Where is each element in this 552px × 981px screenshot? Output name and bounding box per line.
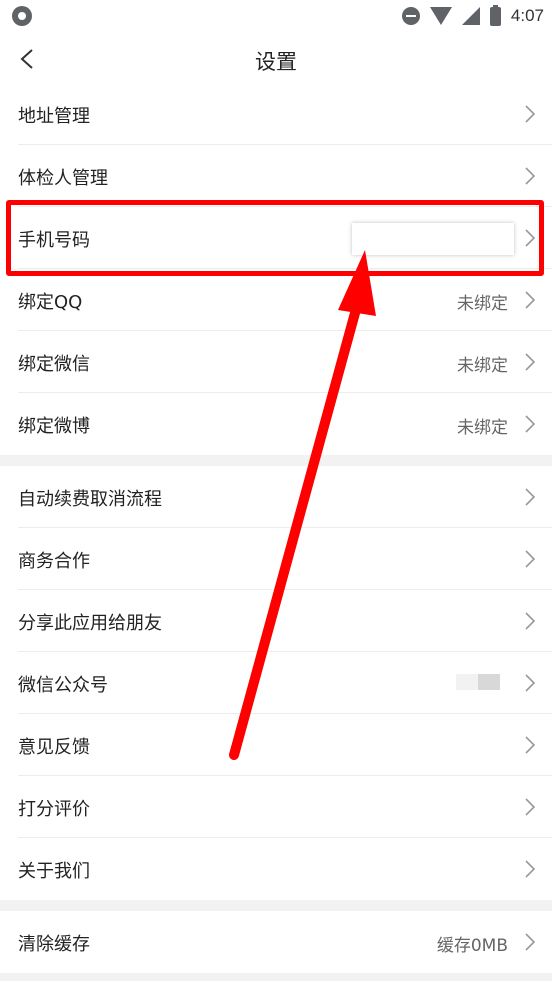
chevron-right-icon (525, 798, 536, 816)
clock: 4:07 (510, 6, 544, 25)
app-notification-icon (12, 6, 32, 26)
settings-row-auto-renew-cancel[interactable]: 自动续费取消流程 (18, 466, 552, 528)
section-divider (0, 973, 552, 981)
status-bar: 4:07 (0, 0, 552, 32)
row-status: 未绑定 (457, 418, 508, 438)
section-divider (0, 455, 552, 466)
row-label: 绑定QQ (18, 292, 83, 313)
cache-settings-group: 清除缓存 缓存0MB (0, 911, 552, 973)
chevron-right-icon (525, 105, 536, 123)
row-label: 分享此应用给朋友 (18, 613, 162, 634)
settings-row-about[interactable]: 关于我们 (18, 838, 552, 900)
row-status: 未绑定 (457, 294, 508, 314)
row-label: 意见反馈 (18, 737, 90, 758)
settings-row-bind-weibo[interactable]: 绑定微博 未绑定 (18, 393, 552, 455)
chevron-right-icon (525, 860, 536, 878)
row-label: 自动续费取消流程 (18, 489, 162, 510)
page-title: 设置 (255, 50, 297, 74)
chevron-right-icon (525, 291, 536, 309)
row-label: 地址管理 (18, 106, 90, 127)
account-settings-group: 地址管理 体检人管理 手机号码 绑定QQ 未绑定 绑定微信 未绑定 绑定微博 未… (0, 83, 552, 455)
row-label: 微信公众号 (18, 675, 108, 696)
settings-row-examinee[interactable]: 体检人管理 (18, 145, 552, 207)
settings-row-rate[interactable]: 打分评价 (18, 776, 552, 838)
row-label: 清除缓存 (18, 934, 90, 955)
settings-row-clear-cache[interactable]: 清除缓存 缓存0MB (18, 911, 552, 973)
row-label: 商务合作 (18, 551, 90, 572)
settings-row-feedback[interactable]: 意见反馈 (18, 714, 552, 776)
chevron-right-icon (525, 229, 536, 247)
row-label: 体检人管理 (18, 168, 108, 189)
chevron-right-icon (525, 550, 536, 568)
do-not-disturb-icon (401, 7, 420, 25)
cache-size: 缓存0MB (436, 936, 508, 956)
settings-row-business[interactable]: 商务合作 (18, 528, 552, 590)
chevron-right-icon (525, 736, 536, 754)
nav-bar: 设置 (0, 32, 552, 87)
battery-icon (489, 4, 501, 26)
settings-row-address[interactable]: 地址管理 (18, 83, 552, 145)
chevron-right-icon (525, 674, 536, 692)
settings-row-share-app[interactable]: 分享此应用给朋友 (18, 590, 552, 652)
chevron-right-icon (525, 488, 536, 506)
row-label: 关于我们 (18, 861, 90, 882)
settings-row-wechat-official[interactable]: 微信公众号 (18, 652, 552, 714)
row-label: 绑定微信 (18, 354, 90, 375)
wifi-icon (429, 7, 452, 25)
redacted-value (456, 674, 504, 690)
chevron-right-icon (525, 415, 536, 433)
row-label: 手机号码 (18, 230, 90, 251)
chevron-right-icon (525, 933, 536, 951)
settings-row-bind-wechat[interactable]: 绑定微信 未绑定 (18, 331, 552, 393)
row-label: 绑定微博 (18, 416, 90, 437)
settings-row-phone-number[interactable]: 手机号码 (18, 207, 552, 269)
cellular-signal-icon (461, 7, 480, 25)
chevron-right-icon (525, 612, 536, 630)
redacted-phone-value (352, 223, 514, 255)
general-settings-group: 自动续费取消流程 商务合作 分享此应用给朋友 微信公众号 意见反馈 打分评价 关… (0, 466, 552, 900)
chevron-right-icon (525, 167, 536, 185)
row-label: 打分评价 (18, 799, 90, 820)
row-status: 未绑定 (457, 356, 508, 376)
status-icons: 4:07 (401, 4, 544, 27)
settings-row-bind-qq[interactable]: 绑定QQ 未绑定 (18, 269, 552, 331)
chevron-right-icon (525, 353, 536, 371)
section-divider (0, 900, 552, 911)
